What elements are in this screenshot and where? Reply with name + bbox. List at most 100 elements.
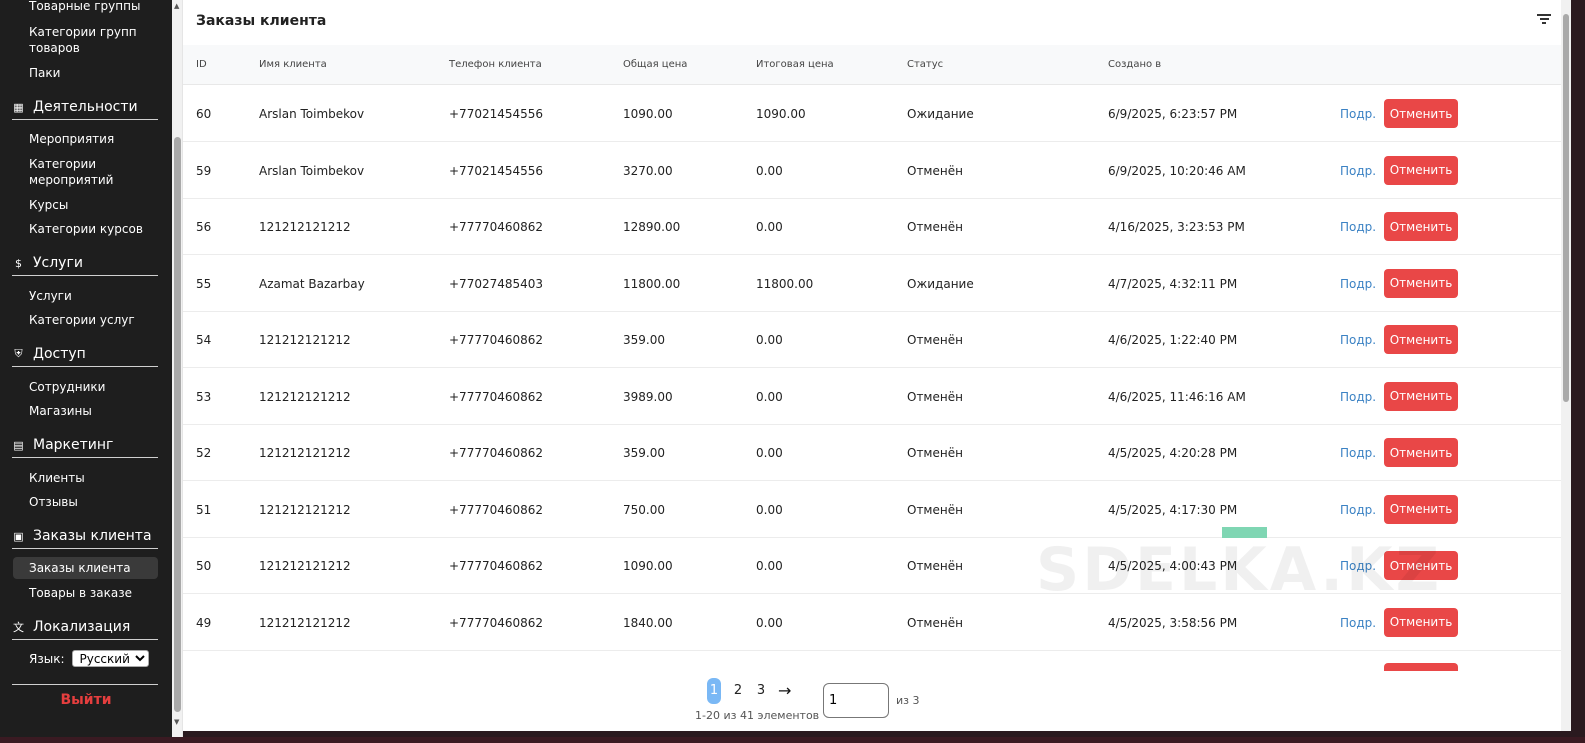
page-3-button[interactable]: 3 bbox=[754, 678, 768, 704]
total-price: 1090.00 bbox=[623, 107, 673, 121]
sidebar-item[interactable]: Клиенты bbox=[29, 470, 164, 486]
sidebar-item-product-group-categories[interactable]: Категории групп товаров bbox=[29, 24, 164, 56]
created-at: 4/7/2025, 4:32:11 PM bbox=[1108, 276, 1238, 291]
sidebar-section-label: Доступ bbox=[33, 346, 86, 362]
order-id: 56 bbox=[196, 220, 212, 234]
desktop-background-strip bbox=[0, 737, 1585, 743]
cancel-button[interactable]: Отменить bbox=[1384, 494, 1458, 524]
order-status: Отменён bbox=[907, 163, 963, 178]
cancel-button[interactable]: Отменить bbox=[1384, 268, 1458, 298]
details-link[interactable]: Подр. bbox=[1340, 446, 1376, 460]
filter-icon[interactable] bbox=[1537, 14, 1551, 26]
total-price: 359.00 bbox=[623, 333, 665, 347]
details-link[interactable]: Подр. bbox=[1340, 616, 1376, 630]
details-link[interactable]: Подр. bbox=[1340, 220, 1376, 234]
sidebar-item-product-groups[interactable]: Товарные группы bbox=[29, 0, 164, 14]
main-scrollbar[interactable] bbox=[1561, 0, 1571, 731]
order-id: 55 bbox=[196, 276, 212, 291]
logout-button[interactable]: Выйти bbox=[0, 692, 172, 708]
sidebar-section-5[interactable]: 文 Локализация bbox=[12, 615, 158, 640]
client-phone: +77770460862 bbox=[449, 389, 544, 404]
order-status: Отменён bbox=[907, 559, 963, 573]
page-title: Заказы клиента bbox=[196, 13, 327, 29]
sidebar-section-3[interactable]: ▤ Маркетинг bbox=[12, 433, 158, 458]
sidebar-section-2[interactable]: ⛨ Доступ bbox=[12, 342, 158, 367]
total-price: 359.00 bbox=[623, 446, 665, 460]
order-id: 49 bbox=[196, 615, 212, 630]
column-header: Телефон клиента bbox=[449, 59, 542, 70]
column-header: Статус bbox=[907, 59, 944, 70]
sidebar-item[interactable]: Товары в заказе bbox=[29, 585, 164, 601]
page-number-input[interactable] bbox=[823, 683, 889, 718]
details-link[interactable]: Подр. bbox=[1340, 277, 1376, 291]
sidebar-item[interactable]: Курсы bbox=[29, 197, 164, 213]
sidebar-item[interactable]: Заказы клиента bbox=[13, 557, 158, 579]
cancel-button[interactable]: Отменить bbox=[1384, 212, 1458, 241]
cancel-button[interactable]: Отменить bbox=[1384, 381, 1458, 411]
client-phone: +77770460862 bbox=[449, 220, 544, 234]
sidebar-section-label: Заказы клиента bbox=[33, 528, 152, 544]
final-price: 1090.00 bbox=[756, 107, 806, 121]
sidebar-section-0[interactable]: ▦ Деятельности bbox=[12, 95, 158, 120]
details-link[interactable]: Подр. bbox=[1340, 503, 1376, 517]
sidebar-item[interactable]: Мероприятия bbox=[29, 131, 164, 147]
created-at: 4/16/2025, 3:23:53 PM bbox=[1108, 220, 1245, 234]
cancel-button[interactable]: Отменить bbox=[1384, 551, 1458, 580]
message-icon: ▤ bbox=[13, 438, 24, 452]
order-id: 50 bbox=[196, 559, 212, 573]
sidebar-item[interactable]: Категории мероприятий bbox=[29, 156, 164, 188]
total-price: 11800.00 bbox=[623, 276, 681, 291]
details-link[interactable]: Подр. bbox=[1340, 164, 1376, 178]
created-at: 4/5/2025, 4:00:43 PM bbox=[1108, 559, 1238, 573]
details-link[interactable]: Подр. bbox=[1340, 333, 1376, 347]
sidebar-scrollbar[interactable]: ▲ ▼ bbox=[172, 0, 183, 737]
column-header: Итоговая цена bbox=[756, 59, 834, 70]
cancel-button[interactable]: Отменить bbox=[1384, 325, 1458, 354]
sidebar-item-packs[interactable]: Паки bbox=[29, 65, 164, 81]
sidebar-item[interactable]: Магазины bbox=[29, 403, 164, 419]
order-status: Ожидание bbox=[907, 276, 974, 291]
cancel-button[interactable]: Отменить bbox=[1384, 99, 1458, 128]
page-1-button[interactable]: 1 bbox=[707, 678, 721, 704]
table-row: 56 121212121212 +77770460862 12890.00 0.00 От… bbox=[183, 199, 1561, 255]
sidebar-section-4[interactable]: ▣ Заказы клиента bbox=[12, 524, 158, 549]
sidebar-item[interactable]: Услуги bbox=[29, 288, 164, 304]
sidebar-item[interactable]: Отзывы bbox=[29, 494, 164, 510]
shield-icon: ⛨ bbox=[14, 347, 23, 360]
client-name: 121212121212 bbox=[259, 615, 351, 630]
column-header: Создано в bbox=[1108, 59, 1162, 70]
sidebar-item[interactable]: Категории услуг bbox=[29, 312, 164, 328]
sidebar-scroll-thumb[interactable] bbox=[174, 137, 181, 712]
client-name: 121212121212 bbox=[259, 502, 351, 517]
order-status: Отменён bbox=[907, 502, 963, 517]
receipt-icon: ▣ bbox=[13, 529, 24, 543]
order-status: Отменён bbox=[907, 389, 963, 404]
column-header: Имя клиента bbox=[259, 59, 327, 70]
details-link[interactable]: Подр. bbox=[1340, 107, 1376, 121]
main-scroll-thumb[interactable] bbox=[1563, 14, 1569, 402]
final-price: 0.00 bbox=[756, 220, 783, 234]
sidebar-item[interactable]: Сотрудники bbox=[29, 379, 164, 395]
cancel-button[interactable]: Отменить bbox=[1384, 438, 1458, 467]
language-select[interactable]: Русский bbox=[72, 650, 150, 667]
scroll-up-arrow-icon[interactable]: ▲ bbox=[174, 2, 179, 10]
column-header: ID bbox=[196, 59, 207, 70]
page-2-button[interactable]: 2 bbox=[731, 678, 745, 704]
client-name: 121212121212 bbox=[259, 220, 351, 234]
order-id: 52 bbox=[196, 446, 212, 460]
details-link[interactable]: Подр. bbox=[1340, 390, 1376, 404]
sidebar-item[interactable]: Категории курсов bbox=[29, 221, 164, 237]
sidebar-section-1[interactable]: $ Услуги bbox=[12, 251, 158, 276]
order-id: 59 bbox=[196, 163, 212, 178]
client-name: Arslan Toimbekov bbox=[259, 107, 365, 121]
client-phone: +77021454556 bbox=[449, 107, 544, 121]
details-link[interactable]: Подр. bbox=[1340, 559, 1376, 573]
cancel-button-partial[interactable] bbox=[1384, 663, 1458, 671]
logout-divider bbox=[12, 684, 158, 685]
scroll-down-arrow-icon[interactable]: ▼ bbox=[174, 718, 179, 726]
cancel-button[interactable]: Отменить bbox=[1384, 607, 1458, 637]
cancel-button[interactable]: Отменить bbox=[1384, 155, 1458, 185]
order-status: Отменён bbox=[907, 220, 963, 234]
total-price: 1840.00 bbox=[623, 615, 673, 630]
arrow-right-icon[interactable]: → bbox=[778, 678, 791, 704]
